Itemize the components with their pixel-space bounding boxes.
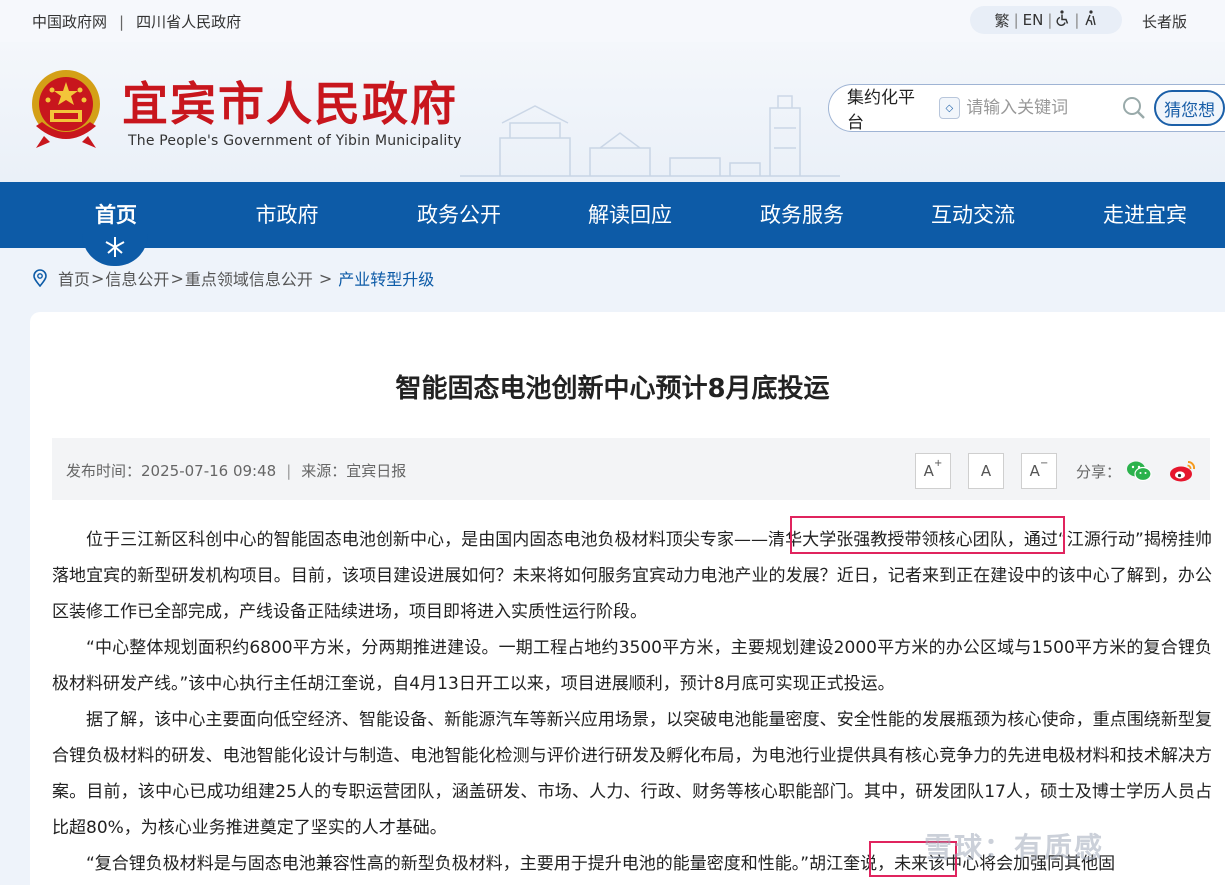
- nav-city-government[interactable]: 市政府: [212, 182, 362, 248]
- search-input[interactable]: [966, 98, 1117, 118]
- guess-button[interactable]: 猜您想: [1154, 90, 1225, 126]
- english-button[interactable]: EN: [1019, 11, 1048, 29]
- font-button-label: A: [980, 462, 992, 480]
- city-skyline-illustration: [440, 78, 860, 180]
- nav-about-yibin[interactable]: 走进宜宾: [1070, 182, 1220, 248]
- nav-interpretation[interactable]: 解读回应: [555, 182, 705, 248]
- article-title: 智能固态电池创新中心预计8月底投运: [395, 374, 830, 404]
- search-scope-label[interactable]: 集约化平台: [847, 83, 931, 133]
- breadcrumb-info-disclosure[interactable]: 信息公开: [105, 266, 169, 290]
- breadcrumb-separator: >: [170, 268, 184, 288]
- active-indicator-icon: [103, 236, 127, 258]
- font-button-mark: −: [1039, 457, 1049, 469]
- nav-government-affairs[interactable]: 政务公开: [384, 182, 534, 248]
- accessibility-tools: 繁 | EN | |: [970, 6, 1122, 34]
- weibo-icon[interactable]: [1169, 459, 1197, 483]
- breadcrumb-home[interactable]: 首页: [58, 266, 90, 290]
- main-nav: 首页 市政府 政务公开 解读回应 政务服务 互动交流 走进宜宾: [0, 182, 1225, 248]
- share-label: 分享：: [1076, 463, 1122, 481]
- search-bar: 集约化平台 ◇ 猜您想: [828, 83, 1225, 133]
- site-title: 宜宾市人民政府: [122, 77, 458, 131]
- highlighted-text: 胡江奎说: [809, 854, 878, 874]
- publish-time: 2025-07-16 09:48: [141, 462, 277, 480]
- breadcrumb-separator: >: [318, 268, 333, 288]
- breadcrumb-separator: >: [91, 268, 105, 288]
- breadcrumb-key-areas[interactable]: 重点领域信息公开: [185, 266, 313, 290]
- font-button-label: A: [1029, 462, 1040, 480]
- chevron-updown-icon[interactable]: ◇: [938, 97, 961, 119]
- link-sichuan-gov[interactable]: 四川省人民政府: [136, 11, 241, 32]
- paragraph: “中心整体规划面积约6800平方米，分两期推进建设。一期工程占地约3500平方米…: [52, 638, 1212, 694]
- site-subtitle: The People's Government of Yibin Municip…: [128, 133, 462, 149]
- highlight-box: [790, 516, 1065, 554]
- wechat-icon[interactable]: [1126, 460, 1152, 482]
- national-emblem-icon: [30, 66, 102, 150]
- breadcrumb-current[interactable]: 产业转型升级: [338, 266, 434, 290]
- paragraph: 据了解，该中心主要面向低空经济、智能设备、新能源汽车等新兴应用场景，以突破电池能…: [52, 710, 1212, 838]
- nav-interaction[interactable]: 互动交流: [898, 182, 1048, 248]
- link-gov-cn[interactable]: 中国政府网: [32, 11, 107, 32]
- separator: |: [119, 12, 125, 31]
- breadcrumb: 首页 > 信息公开 > 重点领域信息公开 > 产业转型升级: [32, 266, 434, 290]
- top-bar: 中国政府网 | 四川省人民政府 繁 | EN | | 长者版: [0, 0, 1225, 42]
- font-decrease-button[interactable]: A −: [1021, 453, 1057, 489]
- article-meta: 发布时间：2025-07-16 09:48 | 来源：宜宾日报: [66, 460, 406, 481]
- source-value: 宜宾日报: [346, 462, 407, 480]
- nav-government-services[interactable]: 政务服务: [727, 182, 877, 248]
- paragraph-text: 位于三江新区科创中心的智能固态电池创新中心，是由国内固态电池负极材料顶尖专家——: [86, 530, 768, 550]
- publish-label: 发布时间：: [66, 462, 142, 480]
- search-icon[interactable]: [1120, 94, 1148, 122]
- traditional-chinese-button[interactable]: 繁: [991, 10, 1014, 31]
- elder-icon[interactable]: [1079, 10, 1101, 30]
- location-pin-icon: [32, 269, 48, 288]
- paragraph-text: “复合锂负极材料是与固态电池兼容性高的新型负极材料，主要用于提升电池的能量密度和…: [86, 854, 810, 874]
- watermark: 雪球：有质感: [924, 831, 1105, 864]
- top-links: 中国政府网 | 四川省人民政府: [32, 11, 241, 32]
- wheelchair-icon[interactable]: [1052, 10, 1074, 30]
- font-button-label: A: [923, 462, 934, 480]
- font-button-mark: +: [933, 457, 943, 469]
- font-reset-button[interactable]: A: [968, 453, 1004, 489]
- elder-mode-link[interactable]: 长者版: [1142, 11, 1187, 32]
- separator: |: [286, 462, 292, 480]
- font-increase-button[interactable]: A +: [915, 453, 951, 489]
- source-label: 来源：: [301, 462, 347, 480]
